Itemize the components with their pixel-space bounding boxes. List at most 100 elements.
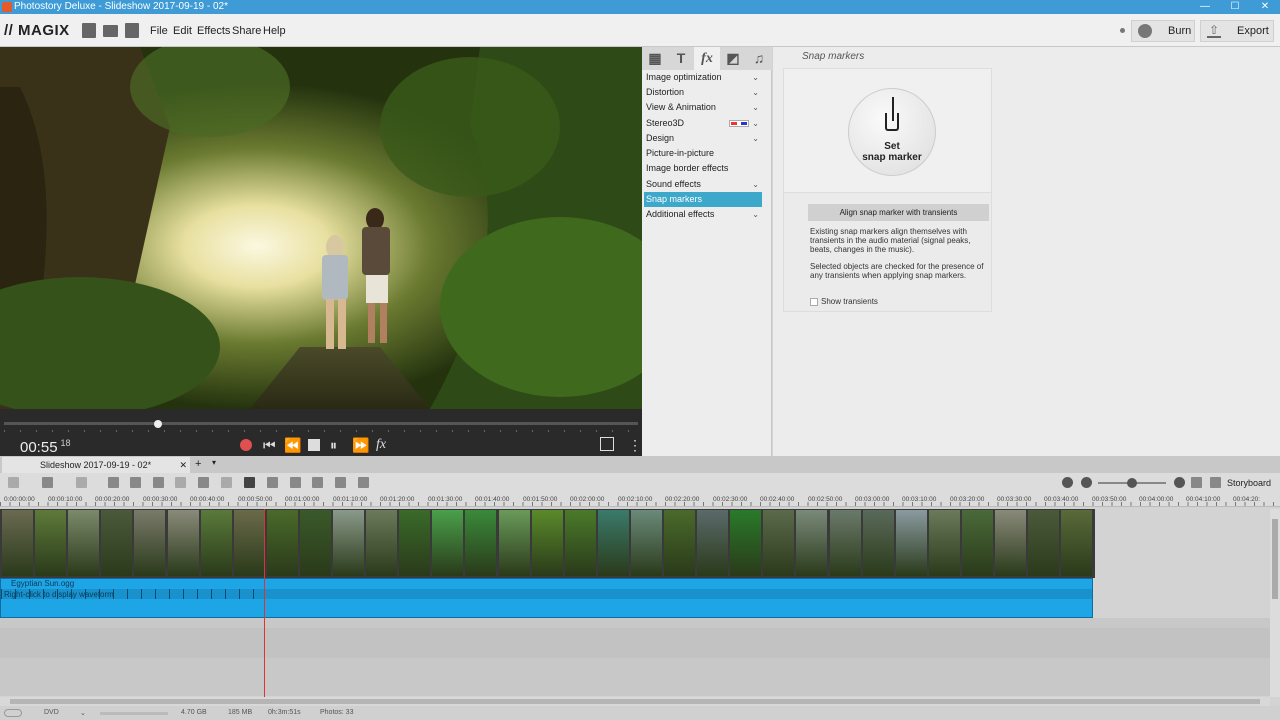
- maximize-button[interactable]: ☐: [1220, 0, 1250, 14]
- disc-format[interactable]: DVD: [44, 709, 59, 716]
- vertical-scrollbar[interactable]: [1270, 509, 1280, 697]
- menu-share[interactable]: Share: [232, 25, 261, 37]
- photo-thumbnail[interactable]: [333, 510, 364, 576]
- align-snap-marker-button[interactable]: Align snap marker with transients: [808, 204, 989, 221]
- fx-item-image-border-effects[interactable]: Image border effects: [644, 161, 762, 176]
- close-button[interactable]: ✕: [1250, 0, 1280, 14]
- photo-thumbnail[interactable]: [167, 510, 199, 576]
- new-file-icon[interactable]: [82, 23, 96, 38]
- export-button[interactable]: ⇧ Export: [1200, 20, 1274, 42]
- fullscreen-icon[interactable]: [600, 437, 614, 451]
- photo-thumbnail[interactable]: [895, 510, 927, 576]
- paste-icon[interactable]: [153, 477, 164, 488]
- photo-thumbnail[interactable]: [564, 510, 596, 576]
- fast-forward-icon[interactable]: ⏩: [352, 437, 369, 453]
- menu-help[interactable]: Help: [263, 25, 286, 37]
- photo-thumbnail[interactable]: [730, 510, 762, 576]
- save-icon[interactable]: [125, 23, 139, 38]
- marker-icon[interactable]: [312, 477, 323, 488]
- timeline-ruler[interactable]: 0:00:00:00 00:00:10:00 00:00:20:00 00:00…: [0, 493, 1280, 507]
- zoom-out-icon[interactable]: [1081, 477, 1092, 488]
- fx-item-image-optimization[interactable]: Image optimization ⌄: [644, 70, 762, 85]
- photo-thumbnail[interactable]: [796, 510, 828, 576]
- photo-thumbnail[interactable]: [432, 510, 464, 576]
- delete-icon[interactable]: [108, 477, 119, 488]
- range-icon[interactable]: [267, 477, 278, 488]
- photo-thumbnail[interactable]: [862, 510, 894, 576]
- tab-music-icon[interactable]: ♫: [746, 47, 772, 70]
- photo-thumbnail[interactable]: [1061, 510, 1093, 576]
- photo-thumbnail[interactable]: [829, 510, 861, 576]
- minimize-button[interactable]: —: [1190, 0, 1220, 14]
- photo-thumbnail[interactable]: [1028, 510, 1060, 576]
- photo-thumbnail[interactable]: [2, 510, 33, 576]
- photo-thumbnail[interactable]: [763, 510, 795, 576]
- fx-item-sound-effects[interactable]: Sound effects ⌄: [644, 177, 762, 192]
- stop-button[interactable]: [308, 439, 320, 451]
- video-preview[interactable]: [0, 47, 642, 409]
- menu-file[interactable]: File: [150, 25, 168, 37]
- fx-item-picture-in-picture[interactable]: Picture-in-picture: [644, 146, 762, 161]
- photo-thumbnail[interactable]: [928, 510, 960, 576]
- photo-thumbnail[interactable]: [101, 510, 133, 576]
- photo-thumbnail[interactable]: [697, 510, 729, 576]
- split-icon[interactable]: [290, 477, 301, 488]
- photo-thumbnail[interactable]: [200, 510, 232, 576]
- photo-thumbnail[interactable]: [35, 510, 67, 576]
- set-snap-marker-button[interactable]: Set snap marker: [848, 88, 936, 176]
- burn-button[interactable]: Burn: [1131, 20, 1195, 42]
- scissors-icon[interactable]: [8, 477, 19, 488]
- photo-thumbnail[interactable]: [995, 510, 1026, 576]
- scrub-track[interactable]: [4, 422, 638, 425]
- horizontal-scrollbar[interactable]: [0, 697, 1270, 706]
- photo-track[interactable]: [0, 509, 1095, 578]
- checkbox-icon[interactable]: [810, 297, 818, 306]
- zoom-in-icon[interactable]: [1174, 477, 1185, 488]
- close-tab-icon[interactable]: ✕: [179, 457, 187, 473]
- photo-thumbnail[interactable]: [498, 510, 530, 576]
- photo-thumbnail[interactable]: [299, 510, 331, 576]
- zoom-slider-handle[interactable]: [1127, 478, 1137, 488]
- storyboard-icon[interactable]: [1210, 477, 1221, 488]
- duplicate-icon[interactable]: [175, 477, 186, 488]
- add-tab-icon[interactable]: +: [195, 458, 201, 470]
- fit-icon[interactable]: [1191, 477, 1202, 488]
- pointer-icon[interactable]: [244, 477, 255, 488]
- group-icon[interactable]: [335, 477, 346, 488]
- crop-icon[interactable]: [221, 477, 232, 488]
- copy-icon[interactable]: [130, 477, 141, 488]
- menu-effects[interactable]: Effects: [197, 25, 230, 37]
- photo-thumbnail[interactable]: [630, 510, 662, 576]
- tab-transitions-icon[interactable]: ◩: [720, 47, 746, 70]
- photo-thumbnail[interactable]: [68, 510, 100, 576]
- open-folder-icon[interactable]: [103, 25, 118, 37]
- show-transients-checkbox[interactable]: Show transients: [810, 297, 878, 306]
- skip-back-icon[interactable]: ⏮: [263, 437, 276, 453]
- photo-thumbnail[interactable]: [233, 510, 265, 576]
- fx-item-design[interactable]: Design ⌄: [644, 131, 762, 146]
- fx-item-stereo3d[interactable]: Stereo3D ⌄: [644, 116, 762, 131]
- fx-item-view-animation[interactable]: View & Animation ⌄: [644, 100, 762, 115]
- empty-tracks[interactable]: [0, 618, 1270, 696]
- tab-text-icon[interactable]: T: [668, 47, 694, 70]
- redo-icon[interactable]: [76, 477, 87, 488]
- photo-thumbnail[interactable]: [465, 510, 497, 576]
- project-tab[interactable]: Slideshow 2017-09-19 - 02* ✕: [2, 457, 190, 473]
- fx-item-additional-effects[interactable]: Additional effects ⌄: [644, 207, 762, 222]
- fx-item-distortion[interactable]: Distortion ⌄: [644, 85, 762, 100]
- photo-thumbnail[interactable]: [366, 510, 398, 576]
- fx-icon[interactable]: fx: [376, 437, 386, 453]
- photo-thumbnail[interactable]: [399, 510, 431, 576]
- tab-fx-icon[interactable]: fx: [694, 47, 720, 70]
- photo-thumbnail[interactable]: [266, 510, 298, 576]
- photo-thumbnail[interactable]: [597, 510, 629, 576]
- photo-thumbnail[interactable]: [664, 510, 695, 576]
- fx-item-snap-markers[interactable]: Snap markers: [644, 192, 762, 207]
- more-options-icon[interactable]: ⋮: [628, 437, 642, 453]
- text-icon[interactable]: [198, 477, 209, 488]
- record-button[interactable]: [240, 439, 252, 451]
- rewind-icon[interactable]: ⏪: [284, 437, 301, 453]
- audio-track[interactable]: Egyptian Sun.ogg Right-click to display …: [0, 578, 1093, 618]
- storyboard-label[interactable]: Storyboard: [1227, 478, 1271, 488]
- photo-thumbnail[interactable]: [531, 510, 563, 576]
